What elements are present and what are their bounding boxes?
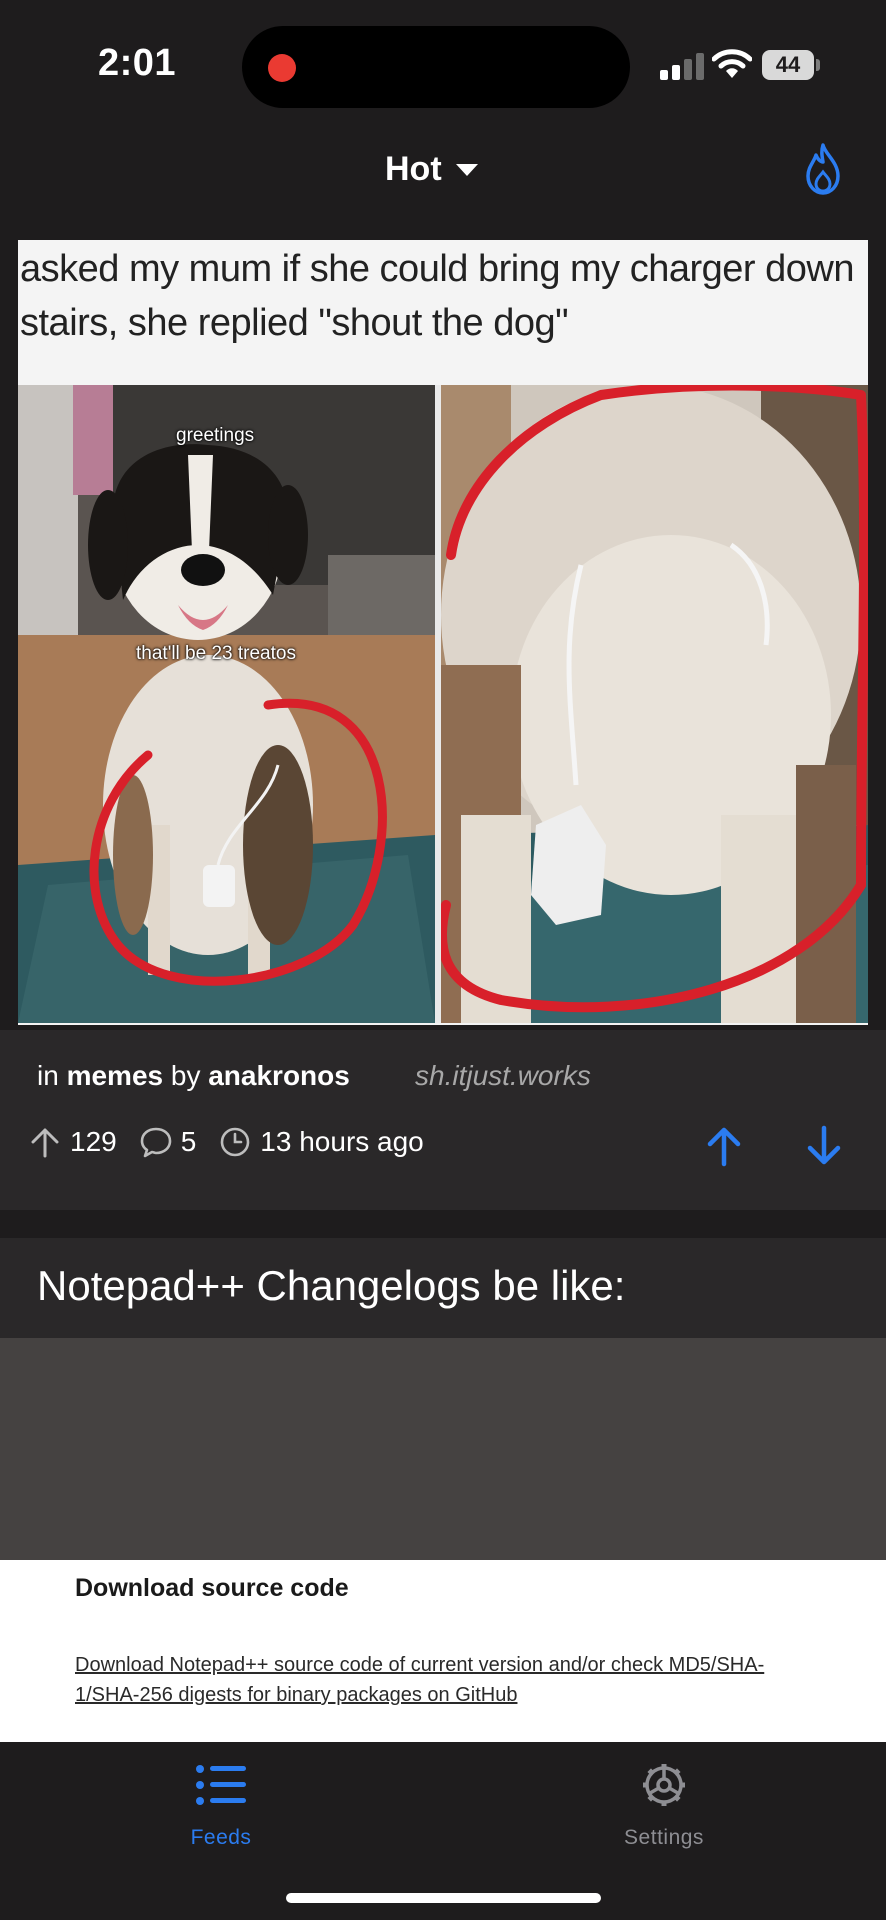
preview-link[interactable]: Download Notepad++ source code of curren… — [75, 1650, 805, 1710]
wifi-icon — [712, 49, 752, 78]
comment-count: 5 — [180, 1126, 197, 1157]
list-icon — [196, 1765, 246, 1805]
meme-panel-right — [441, 385, 868, 1023]
score-count: 129 — [70, 1126, 117, 1157]
community-link[interactable]: memes — [67, 1060, 164, 1091]
tab-settings[interactable]: Settings — [574, 1760, 754, 1850]
dog-photo-left — [18, 385, 435, 1023]
time-ago: 13 hours ago — [260, 1126, 424, 1157]
meme-text-greetings: greetings — [176, 425, 255, 446]
score-stat: 129 — [28, 1125, 117, 1159]
cellular-signal-icon — [660, 52, 704, 80]
post-stats: 129 5 13 hours ago — [28, 1125, 446, 1159]
post-attribution: in memes by anakronos — [37, 1060, 350, 1092]
author-link[interactable]: anakronos — [208, 1060, 350, 1091]
clock-icon — [220, 1127, 250, 1157]
post-2-image-preview[interactable] — [0, 1338, 886, 1560]
gear-icon — [643, 1764, 685, 1806]
instance-label: sh.itjust.works — [415, 1060, 591, 1091]
bottom-tab-bar: Feeds Settings — [0, 1742, 886, 1920]
post-meta: in memes by anakronos sh.itjust.works 12… — [0, 1030, 886, 1210]
recording-indicator-icon — [268, 54, 296, 82]
post-title: Notepad++ Changelogs be like: — [37, 1262, 626, 1309]
meme-panel-left: greetings that'll be 23 treatos — [18, 385, 435, 1023]
sort-label: Hot — [385, 150, 442, 188]
post-2-link-preview[interactable]: Download source code Download Notepad++ … — [0, 1560, 886, 1742]
preview-heading: Download source code — [75, 1574, 349, 1602]
caret-down-icon — [455, 163, 478, 176]
attribution-prefix: in — [37, 1060, 59, 1091]
time-stat: 13 hours ago — [218, 1125, 424, 1159]
post-card-2[interactable]: Notepad++ Changelogs be like: — [0, 1238, 886, 1338]
flame-icon[interactable] — [802, 142, 844, 196]
upvote-button[interactable] — [700, 1122, 748, 1170]
status-time: 2:01 — [98, 42, 177, 84]
tab-settings-label: Settings — [624, 1826, 704, 1849]
comments-stat[interactable]: 5 — [139, 1125, 197, 1159]
tab-feeds-label: Feeds — [190, 1826, 252, 1849]
status-bar: 2:01 44 — [0, 0, 886, 120]
dynamic-island — [242, 26, 630, 108]
top-header: Hot — [0, 120, 886, 220]
meme-text-treatos: that'll be 23 treatos — [136, 643, 296, 664]
comment-bubble-icon — [140, 1127, 172, 1158]
sort-dropdown[interactable]: Hot — [385, 150, 478, 189]
downvote-button[interactable] — [800, 1122, 848, 1170]
post-separator — [0, 1210, 886, 1238]
dog-photo-right — [441, 385, 868, 1023]
post-image[interactable]: asked my mum if she could bring my charg… — [18, 240, 868, 1025]
attribution-by: by — [170, 1060, 201, 1091]
home-indicator[interactable] — [286, 1893, 601, 1903]
arrow-up-icon — [31, 1128, 59, 1158]
tab-feeds[interactable]: Feeds — [131, 1760, 311, 1850]
battery-tip — [816, 59, 820, 71]
meme-caption: asked my mum if she could bring my charg… — [20, 248, 854, 344]
battery-icon: 44 — [762, 50, 814, 80]
